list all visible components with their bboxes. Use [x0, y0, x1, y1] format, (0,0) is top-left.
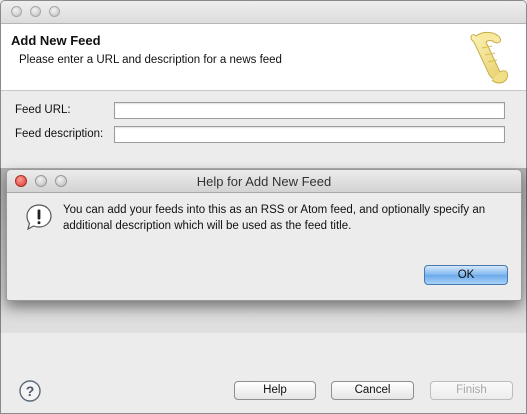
- wizard-title: Add New Feed: [11, 33, 101, 48]
- help-dialog-title: Help for Add New Feed: [196, 174, 332, 189]
- feed-url-input[interactable]: [114, 102, 505, 119]
- wizard-banner: Add New Feed Please enter a URL and desc…: [1, 24, 526, 91]
- ok-button[interactable]: OK: [424, 265, 508, 285]
- finish-button[interactable]: Finish: [430, 381, 513, 400]
- zoom-window-button[interactable]: [49, 6, 60, 17]
- question-icon[interactable]: ?: [19, 380, 41, 402]
- cancel-button[interactable]: Cancel: [331, 381, 414, 400]
- help-button[interactable]: Help: [234, 381, 316, 400]
- help-dialog-titlebar[interactable]: Help for Add New Feed: [7, 170, 521, 193]
- wizard-description: Please enter a URL and description for a…: [19, 54, 282, 66]
- window-titlebar[interactable]: [1, 1, 526, 24]
- feed-description-label: Feed description:: [15, 128, 104, 140]
- feed-description-input[interactable]: [114, 126, 505, 143]
- minimize-window-button[interactable]: [30, 6, 41, 17]
- svg-text:?: ?: [26, 383, 35, 399]
- feed-url-label: Feed URL:: [15, 104, 71, 116]
- help-dialog-message: You can add your feeds into this as an R…: [63, 204, 486, 232]
- help-dialog: Help for Add New Feed You can add your f…: [6, 169, 522, 301]
- close-window-button[interactable]: [11, 6, 22, 17]
- scroll-icon: [470, 31, 509, 84]
- warning-icon: [26, 204, 52, 231]
